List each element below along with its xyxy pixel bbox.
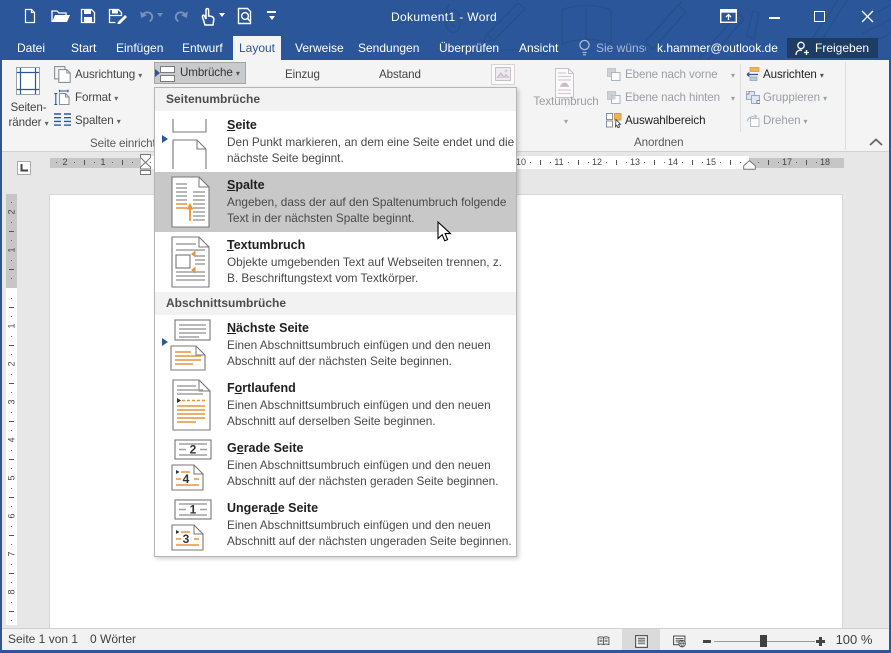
svg-text:4: 4 [183,472,190,486]
svg-text:2: 2 [190,443,197,457]
svg-text:3: 3 [183,532,190,546]
svg-text:1: 1 [190,503,197,517]
